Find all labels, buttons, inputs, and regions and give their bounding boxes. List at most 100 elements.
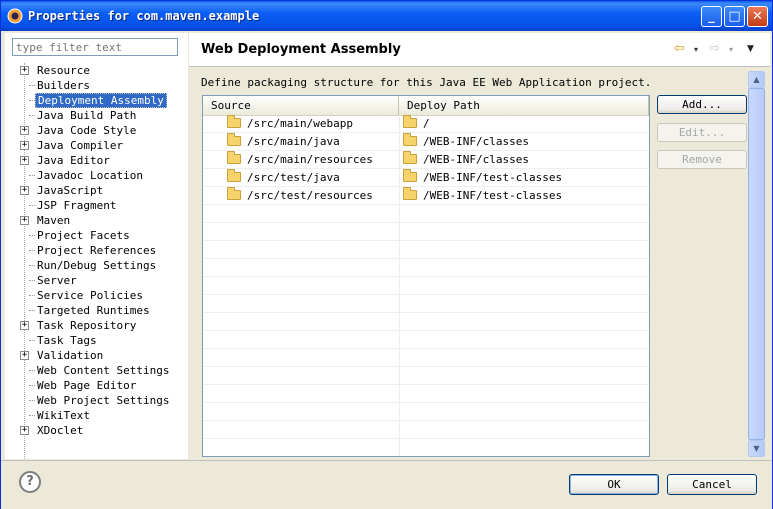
- tree-item[interactable]: + Resource: [5, 63, 188, 78]
- properties-dialog: Properties for com.maven.example _ □ ✕ +…: [0, 0, 773, 509]
- expand-plus-icon[interactable]: +: [20, 321, 29, 330]
- forward-dropdown-icon[interactable]: ▾: [729, 45, 733, 54]
- source-cell: /src/main/resources: [227, 151, 373, 168]
- tree-item[interactable]: + Maven: [5, 213, 188, 228]
- column-header-deploy-path[interactable]: Deploy Path: [399, 96, 649, 115]
- expand-plus-icon[interactable]: +: [20, 141, 29, 150]
- title-bar[interactable]: Properties for com.maven.example _ □ ✕: [1, 1, 772, 31]
- deploy-path-cell: /WEB-INF/test-classes: [403, 187, 562, 204]
- empty-table-row: [203, 295, 649, 313]
- tree-item[interactable]: Builders: [5, 78, 188, 93]
- tree-item[interactable]: Targeted Runtimes: [5, 303, 188, 318]
- maximize-button[interactable]: □: [724, 6, 745, 27]
- cancel-button[interactable]: Cancel: [667, 474, 757, 495]
- expand-plus-icon[interactable]: +: [20, 351, 29, 360]
- close-button[interactable]: ✕: [747, 6, 768, 27]
- tree-item[interactable]: Java Build Path: [5, 108, 188, 123]
- tree-item[interactable]: + JavaScript: [5, 183, 188, 198]
- view-menu-icon[interactable]: ▼: [747, 44, 754, 54]
- forward-arrow-icon[interactable]: ⇨: [709, 41, 720, 56]
- tree-item[interactable]: Project Facets: [5, 228, 188, 243]
- source-path: /src/main/resources: [247, 153, 373, 166]
- tree-item-label: Run/Debug Settings: [37, 259, 157, 272]
- folder-icon: [227, 151, 241, 164]
- tree-item-label: Maven: [37, 214, 71, 227]
- tree-item-label: Targeted Runtimes: [37, 304, 150, 317]
- tree-item[interactable]: + Java Code Style: [5, 123, 188, 138]
- deployment-table[interactable]: Source Deploy Path /src/main/webapp //src…: [202, 95, 650, 457]
- table-row[interactable]: /src/main/resources/WEB-INF/classes: [203, 151, 649, 169]
- table-row[interactable]: /src/main/java/WEB-INF/classes: [203, 133, 649, 151]
- close-icon: ✕: [752, 9, 763, 24]
- back-dropdown-icon[interactable]: ▾: [694, 45, 698, 54]
- tree-item[interactable]: Server: [5, 273, 188, 288]
- edit-button[interactable]: Edit...: [657, 123, 747, 142]
- remove-button[interactable]: Remove: [657, 150, 747, 169]
- folder-icon: [227, 187, 241, 200]
- tree-item[interactable]: + Task Repository: [5, 318, 188, 333]
- tree-item[interactable]: Run/Debug Settings: [5, 258, 188, 273]
- eclipse-logo-icon: [7, 8, 23, 24]
- preferences-tree-panel: +ResourceBuildersDeployment AssemblyJava…: [5, 33, 188, 463]
- scroll-thumb[interactable]: [748, 88, 765, 440]
- tree-item[interactable]: + XDoclet: [5, 423, 188, 438]
- folder-icon: [403, 187, 417, 200]
- back-arrow-icon[interactable]: ⇦: [674, 41, 685, 56]
- deploy-path-cell: /WEB-INF/classes: [403, 151, 529, 168]
- source-cell: /src/main/java: [227, 133, 340, 150]
- vertical-scrollbar[interactable]: ▲ ▼: [748, 71, 765, 457]
- table-row[interactable]: /src/test/java/WEB-INF/test-classes: [203, 169, 649, 187]
- scroll-down-arrow-icon[interactable]: ▼: [748, 440, 765, 457]
- tree-item-label: XDoclet: [37, 424, 84, 437]
- expand-plus-icon[interactable]: +: [20, 216, 29, 225]
- tree-item[interactable]: Project References: [5, 243, 188, 258]
- tree-item[interactable]: + Validation: [5, 348, 188, 363]
- filter-input[interactable]: [12, 38, 178, 56]
- expand-plus-icon[interactable]: +: [20, 66, 29, 75]
- tree-item[interactable]: Web Project Settings: [5, 393, 188, 408]
- tree-item[interactable]: Task Tags: [5, 333, 188, 348]
- tree-item[interactable]: Deployment Assembly: [5, 93, 188, 108]
- empty-table-row: [203, 385, 649, 403]
- minimize-button[interactable]: _: [701, 6, 722, 27]
- tree-item-label: Java Editor: [37, 154, 110, 167]
- tree-item-label: Validation: [37, 349, 104, 362]
- table-body: /src/main/webapp / /src/main/java/WEB-INF/…: [203, 115, 649, 456]
- tree-item[interactable]: + Java Compiler: [5, 138, 188, 153]
- empty-table-row: [203, 313, 649, 331]
- source-cell: /src/test/resources: [227, 187, 373, 204]
- expand-plus-icon[interactable]: +: [20, 186, 29, 195]
- expand-plus-icon[interactable]: +: [20, 426, 29, 435]
- folder-icon: [403, 115, 417, 128]
- tree-item[interactable]: Service Policies: [5, 288, 188, 303]
- empty-table-row: [203, 403, 649, 421]
- tree-item[interactable]: Javadoc Location: [5, 168, 188, 183]
- table-row[interactable]: /src/test/resources/WEB-INF/test-classes: [203, 187, 649, 205]
- page-description: Define packaging structure for this Java…: [201, 76, 652, 89]
- tree-item[interactable]: Web Page Editor: [5, 378, 188, 393]
- tree-item-label: Java Compiler: [37, 139, 124, 152]
- tree-item-label: Javadoc Location: [37, 169, 143, 182]
- tree-item[interactable]: Web Content Settings: [5, 363, 188, 378]
- page-title: Web Deployment Assembly: [201, 42, 401, 57]
- tree-item-label: Java Build Path: [37, 109, 137, 122]
- tree-item[interactable]: JSP Fragment: [5, 198, 188, 213]
- deploy-path-cell: /: [403, 115, 430, 132]
- scroll-up-arrow-icon[interactable]: ▲: [748, 71, 765, 88]
- help-icon[interactable]: ?: [19, 471, 41, 493]
- column-header-source[interactable]: Source: [203, 96, 399, 115]
- expand-plus-icon[interactable]: +: [20, 126, 29, 135]
- deploy-path-cell: /WEB-INF/classes: [403, 133, 529, 150]
- tree-item[interactable]: + Java Editor: [5, 153, 188, 168]
- deploy-path: /: [423, 117, 430, 130]
- tree-item[interactable]: WikiText: [5, 408, 188, 423]
- deploy-path: /WEB-INF/test-classes: [423, 189, 563, 202]
- folder-icon: [227, 115, 241, 128]
- add-button[interactable]: Add...: [657, 95, 747, 114]
- expand-plus-icon[interactable]: +: [20, 156, 29, 165]
- tree-item-label: Resource: [37, 64, 90, 77]
- tree-item-label: Task Tags: [37, 334, 97, 347]
- folder-icon: [403, 133, 417, 146]
- table-row[interactable]: /src/main/webapp /: [203, 115, 649, 133]
- ok-button[interactable]: OK: [569, 474, 659, 495]
